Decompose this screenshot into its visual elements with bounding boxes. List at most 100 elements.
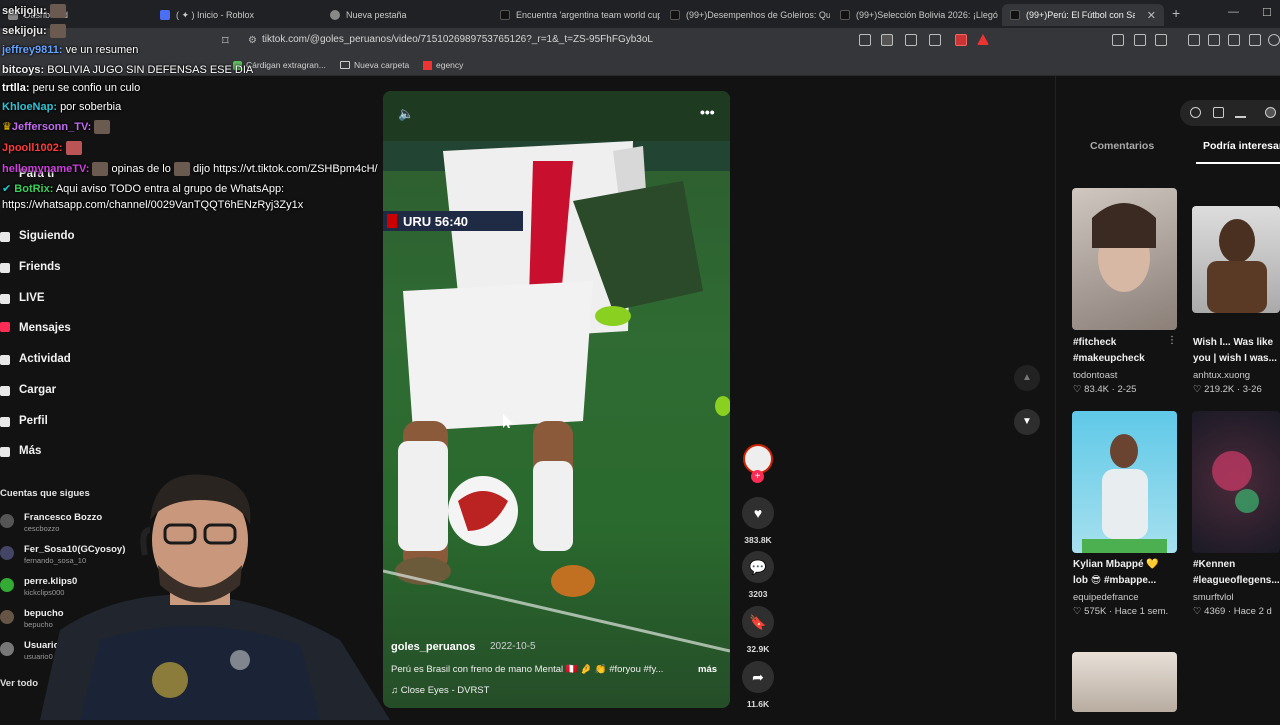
bookmark-egency[interactable]: egency — [423, 60, 463, 70]
brave-shield-icon[interactable] — [955, 34, 967, 46]
video-player[interactable] — [383, 91, 730, 708]
download-icon[interactable] — [1235, 107, 1246, 118]
chat-message: trtlla: peru se confio un culo — [2, 82, 141, 94]
follow-plus-icon[interactable]: + — [751, 470, 764, 483]
phone-icon[interactable] — [1213, 107, 1224, 118]
chevron-up-icon[interactable]: ▲ — [1014, 365, 1040, 391]
sidebar-icon[interactable] — [1208, 34, 1220, 46]
puzzle-icon[interactable] — [1134, 34, 1146, 46]
comment-button[interactable]: 💬 — [742, 551, 774, 583]
bookmark-icon[interactable]: ⌑ — [222, 33, 229, 49]
wallet2-icon[interactable] — [1228, 34, 1240, 46]
card-stats: ♡ 219.2K · 3-26 — [1193, 384, 1262, 395]
crown-icon: ♛ — [2, 121, 12, 133]
video-thumbnail[interactable] — [1072, 652, 1177, 712]
nav-live[interactable]: LIVE — [19, 292, 45, 304]
screen-icon[interactable] — [905, 34, 917, 46]
card-menu-icon[interactable]: ⋮ — [1167, 335, 1177, 346]
tiktok-icon — [840, 10, 850, 20]
chat-message: Jpooll1002: — [2, 141, 82, 155]
tab-underline — [1196, 162, 1280, 164]
video-thumbnail[interactable] — [1072, 411, 1177, 553]
volume-icon[interactable]: 🔈 — [398, 106, 414, 122]
video-author[interactable]: goles_peruanos — [391, 641, 475, 653]
tab-peru-active[interactable]: (99+)Perú: El Fútbol con Sabor a✕ — [1002, 4, 1164, 26]
tiktok-icon — [1010, 10, 1020, 20]
comment-count: 3203 — [748, 589, 768, 599]
nav-mensajes[interactable]: Mensajes — [19, 322, 71, 334]
reader-icon[interactable] — [859, 34, 871, 46]
card-title[interactable]: Kylian Mbappé 💛 — [1073, 557, 1159, 573]
extension-icon[interactable] — [1112, 34, 1124, 46]
heart-icon: ♡ — [1193, 384, 1205, 395]
heart-icon: ♡ — [1073, 606, 1085, 617]
video-thumbnail[interactable] — [1072, 188, 1177, 330]
chat-message: sekijoju: — [2, 4, 66, 18]
share-icon[interactable] — [929, 34, 941, 46]
nav-friends[interactable]: Friends — [19, 261, 61, 273]
card-title[interactable]: you | wish I was... — [1193, 351, 1277, 367]
url-field[interactable]: tiktok.com/@goles_peruanos/video/7151026… — [262, 34, 653, 45]
avatar — [0, 546, 14, 560]
chat-message: hellomynameTV: opinas de lo dijo https:/… — [2, 162, 378, 176]
card-author[interactable]: anhtux.xuong — [1193, 370, 1250, 381]
video-thumbnail[interactable] — [1192, 411, 1280, 553]
card-title[interactable]: Wish I... Was like — [1193, 335, 1273, 351]
tab-goleiros[interactable]: (99+)Desempenhos de Goleiros: Qu — [662, 4, 830, 26]
save-count: 32.9K — [746, 644, 770, 654]
tab-roblox[interactable]: ( ✦ ) Inicio - Roblox — [152, 4, 320, 26]
nav-actividad[interactable]: Actividad — [19, 353, 71, 365]
card-title[interactable]: #fitcheck — [1073, 335, 1116, 351]
see-all-link[interactable]: Ver todo — [0, 678, 38, 689]
video-date: 2022-10-5 — [490, 641, 536, 652]
translate-icon[interactable] — [881, 34, 893, 46]
card-title[interactable]: #makeupcheck — [1073, 351, 1145, 367]
wallet-icon[interactable] — [1155, 34, 1167, 46]
close-tab-icon[interactable]: ✕ — [1147, 9, 1156, 22]
tab-new[interactable]: Nueva pestaña — [322, 4, 490, 26]
emote-icon — [173, 162, 190, 176]
rewards-icon[interactable] — [977, 34, 989, 45]
minimize-button[interactable]: — — [1228, 6, 1239, 18]
video-music[interactable]: ♫ Close Eyes - DVRST — [391, 685, 489, 696]
video-thumbnail[interactable] — [1192, 206, 1280, 313]
music-icon[interactable] — [1188, 34, 1200, 46]
card-title[interactable]: lob 😎 #mbappe... — [1073, 573, 1156, 589]
nav-siguiendo[interactable]: Siguiendo — [19, 230, 75, 242]
card-stats: ♡ 4369 · Hace 2 d — [1193, 606, 1272, 617]
thumbnail-image — [1092, 203, 1156, 292]
bookmark-folder[interactable]: Nueva carpeta — [340, 60, 409, 70]
profile-icon[interactable] — [1268, 34, 1280, 46]
card-stats: ♡ 575K · Hace 1 sem. — [1073, 606, 1169, 617]
card-author[interactable]: smurftvlol — [1193, 592, 1234, 603]
user-avatar[interactable] — [1265, 107, 1276, 118]
share-button[interactable]: ➦ — [742, 661, 774, 693]
card-author[interactable]: todontoast — [1073, 370, 1117, 381]
tab-tiktok-search[interactable]: Encuentra 'argentina team world cup' — [492, 4, 660, 26]
emote-icon — [49, 24, 66, 38]
tab-interest[interactable]: Podría interesarte — [1203, 140, 1280, 152]
chevron-down-icon[interactable]: ▼ — [1014, 409, 1040, 435]
compass-icon[interactable] — [1190, 107, 1201, 118]
maximize-button[interactable]: ☐ — [1262, 6, 1272, 19]
more-link[interactable]: más — [698, 664, 717, 675]
leo-icon[interactable] — [1249, 34, 1261, 46]
card-title[interactable]: #leagueoflegens... — [1193, 573, 1280, 589]
card-title[interactable]: #Kennen — [1193, 557, 1235, 573]
save-button[interactable]: 🔖 — [742, 606, 774, 638]
activity-icon — [0, 355, 10, 365]
emote-icon — [92, 162, 109, 176]
nav-cargar[interactable]: Cargar — [19, 384, 56, 396]
card-stats: ♡ 83.4K · 2-25 — [1073, 384, 1137, 395]
site-info-icon[interactable]: ⚙ — [248, 35, 257, 46]
avatar — [0, 610, 14, 624]
tab-bolivia[interactable]: (99+)Selección Bolivia 2026: ¡Llegó L — [832, 4, 1000, 26]
card-author[interactable]: equipedefrance — [1073, 592, 1139, 603]
nav-mas[interactable]: Más — [19, 445, 41, 457]
nav-perfil[interactable]: Perfil — [19, 415, 48, 427]
egency-icon — [423, 60, 432, 70]
tab-comments[interactable]: Comentarios — [1090, 140, 1154, 152]
more-options-icon[interactable]: ••• — [700, 104, 715, 120]
new-tab-button[interactable]: + — [1172, 5, 1180, 21]
like-button[interactable]: ♥ — [742, 497, 774, 529]
